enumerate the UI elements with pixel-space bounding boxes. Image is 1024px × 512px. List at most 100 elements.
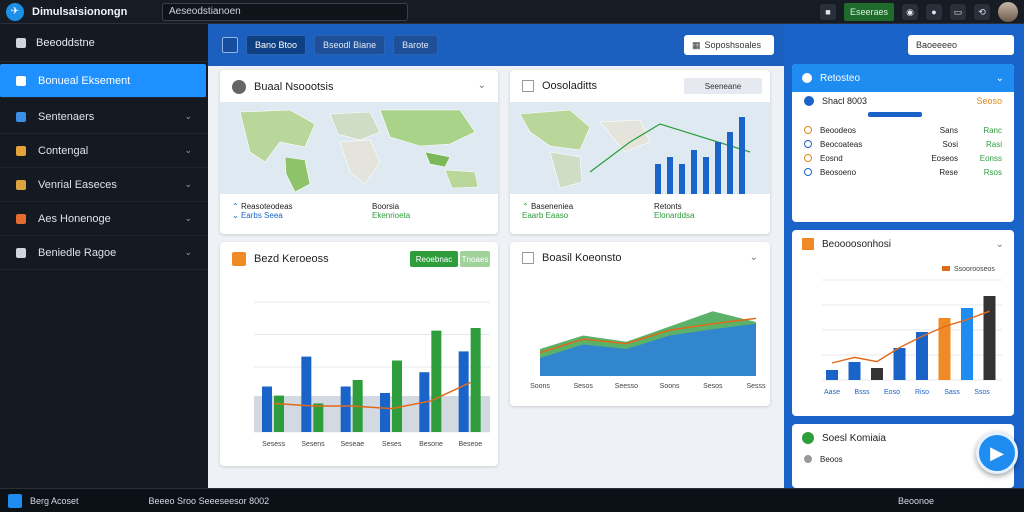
chevron-down-icon: ⌄ (184, 247, 192, 257)
list-item[interactable]: Beosoeno Rese Rsos (792, 165, 1014, 179)
monitor-icon[interactable]: ▭ (950, 4, 966, 20)
tick-label: Ssos (974, 389, 990, 396)
chart-icon (522, 252, 534, 264)
list-item[interactable]: Eosnd Eoseos Eonss (792, 151, 1014, 165)
sidebar-item-2[interactable]: Contengal ⌄ (0, 134, 208, 168)
chevron-down-icon[interactable]: ⌄ (996, 239, 1004, 250)
tick-label: Aase (824, 389, 840, 396)
area-chart: Soons Sesos Seesso Soons Sesos Sesss (530, 311, 766, 390)
map-card-2-toggle[interactable]: Seeneane (684, 78, 762, 94)
subtitle-value: Seoso (976, 96, 1002, 106)
area-card-title-text: Boasil Koeonsto (542, 252, 622, 264)
dot-icon (804, 154, 812, 162)
right-card-2-title: Beoooosonhosi (822, 238, 891, 250)
chevron-down-icon[interactable]: ⌄ (750, 252, 758, 263)
sidebar: Beeoddstne Bonueal Eksement Sentenaers ⌄ Co… (0, 24, 208, 488)
sidebar-item-label: Venrial Easeces (38, 178, 117, 191)
bar (380, 393, 390, 432)
sidebar-item-5[interactable]: Beniedle Ragoe ⌄ (0, 236, 208, 270)
area-series (540, 323, 756, 376)
play-button[interactable]: ▶ (976, 432, 1018, 474)
tab-1[interactable]: Bseodl Biane (314, 35, 386, 55)
map-card-2-title-text: Oosoladitts (542, 80, 598, 92)
area-chart-card: Boasil Koeonsto ⌄ Soons Sesos Seesso Soons S… (510, 242, 770, 406)
tick-label: Sesos (573, 383, 593, 390)
item-label: Beoos (820, 454, 843, 464)
subtitle-text: Shacl 8003 (822, 96, 868, 106)
game-icon[interactable]: ◉ (902, 4, 918, 20)
right-panel-dropdown[interactable]: Baoeeeeo (908, 35, 1014, 55)
trend-up-icon: ⌃ (232, 202, 239, 211)
bar (983, 296, 996, 380)
sync-icon[interactable]: ⟲ (974, 4, 990, 20)
list-item[interactable]: Beoodeos Sans Ranc (792, 123, 1014, 137)
tick-label: Seesso (615, 383, 638, 390)
app-icon[interactable] (8, 493, 22, 508)
chevron-down-icon[interactable]: ⌄ (996, 73, 1004, 84)
tick-label: Beseoe (458, 441, 482, 448)
bar (470, 328, 481, 432)
tick-label: Seses (382, 441, 402, 448)
bar (458, 351, 469, 432)
chevron-down-icon: ⌄ (184, 111, 192, 121)
status-badge[interactable]: Eseeraes (843, 3, 894, 21)
map-card-1-title-text: Buaal Nsoootsis (254, 81, 334, 93)
tab-2[interactable]: Barote (393, 35, 438, 55)
stat-label: Baseneniea (530, 202, 574, 211)
sidebar-item-4[interactable]: Aes Honenoge ⌄ (0, 202, 208, 236)
calendar-icon: ▦ (692, 39, 701, 50)
map-card-2-title: Oosoladitts (522, 80, 597, 92)
bar-card-title: Bezd Keroeoss (232, 252, 329, 266)
chevron-down-icon[interactable]: ⌄ (478, 80, 486, 91)
trend-down-icon: ⌄ (232, 211, 239, 220)
grid-icon (16, 179, 26, 190)
map-icon (522, 80, 534, 92)
tick-label: Sesess (262, 441, 285, 448)
user-icon[interactable]: ● (926, 4, 942, 20)
bar-chart-card: Bezd Keroeoss Reoebnac Tnoaes Sesess Sese… (220, 242, 498, 466)
bar (961, 308, 973, 380)
bar-card-button-1[interactable]: Reoebnac (410, 251, 458, 267)
progress-bar (868, 112, 922, 117)
map-chart (510, 102, 770, 194)
leaf-icon (802, 432, 814, 444)
row-value-1: Rese (939, 167, 958, 177)
row-value-2: Eonss (979, 153, 1002, 163)
right-card-1-header: Retosteo ⌄ (792, 64, 1014, 92)
row-label: Beocoateas (820, 139, 863, 149)
sidebar-item-0[interactable]: Bonueal Eksement (0, 64, 206, 98)
document-icon (16, 111, 26, 122)
grid-icon[interactable] (222, 37, 238, 53)
stop-icon[interactable]: ■ (819, 4, 836, 20)
tick-label: Sesss (746, 383, 766, 390)
sidebar-item-3[interactable]: Venrial Easeces ⌄ (0, 168, 208, 202)
bar (392, 360, 402, 432)
tab-0[interactable]: Bano Btoo (246, 35, 307, 55)
top-bar: ✈ Dimulsaisionongn Aeseodstianoen ■ Esee… (0, 0, 1024, 24)
home-icon (16, 37, 26, 48)
bar (262, 386, 272, 432)
main-dropdown[interactable]: ▦ Soposhsoales (684, 35, 774, 55)
app-logo-icon[interactable]: ✈ (6, 2, 24, 21)
circle-icon (16, 213, 26, 224)
info-icon (804, 96, 814, 106)
chevron-down-icon: ⌄ (184, 213, 192, 223)
map-card-1-stat-1: ⌃ Reasoteodeas ⌄ Earbs Seea (232, 202, 293, 220)
list-item[interactable]: Beocoateas Sosi Rasi (792, 137, 1014, 151)
avatar[interactable] (998, 2, 1018, 22)
sidebar-item-1[interactable]: Sentenaers ⌄ (0, 100, 208, 134)
bar-card-button-2[interactable]: Tnoaes (460, 251, 490, 267)
stat-label: Reasoteodeas (240, 202, 293, 211)
search-input[interactable]: Aeseodstianoen (162, 2, 408, 21)
shield-icon (16, 145, 26, 156)
chevron-down-icon: ⌄ (184, 179, 192, 189)
main-area: Bano Btoo Bseodl Biane Barote ▦ Soposhsoa… (208, 24, 784, 488)
sidebar-item-label: Sentenaers (38, 110, 95, 123)
tick-label: Eoso (884, 389, 900, 396)
right-panel: Baoeeeeo Retosteo ⌄ Shacl 8003 Seoso Beoo… (784, 24, 1024, 488)
map-card-1: Buaal Nsoootsis ⌄ ⌃ Reasoteodeas ⌄ Earbs … (220, 70, 498, 234)
sidebar-header: Beeoddstne (0, 24, 208, 62)
square-icon (16, 75, 26, 86)
stat-value: Elonarddsa (654, 211, 695, 220)
list-icon (16, 247, 26, 258)
